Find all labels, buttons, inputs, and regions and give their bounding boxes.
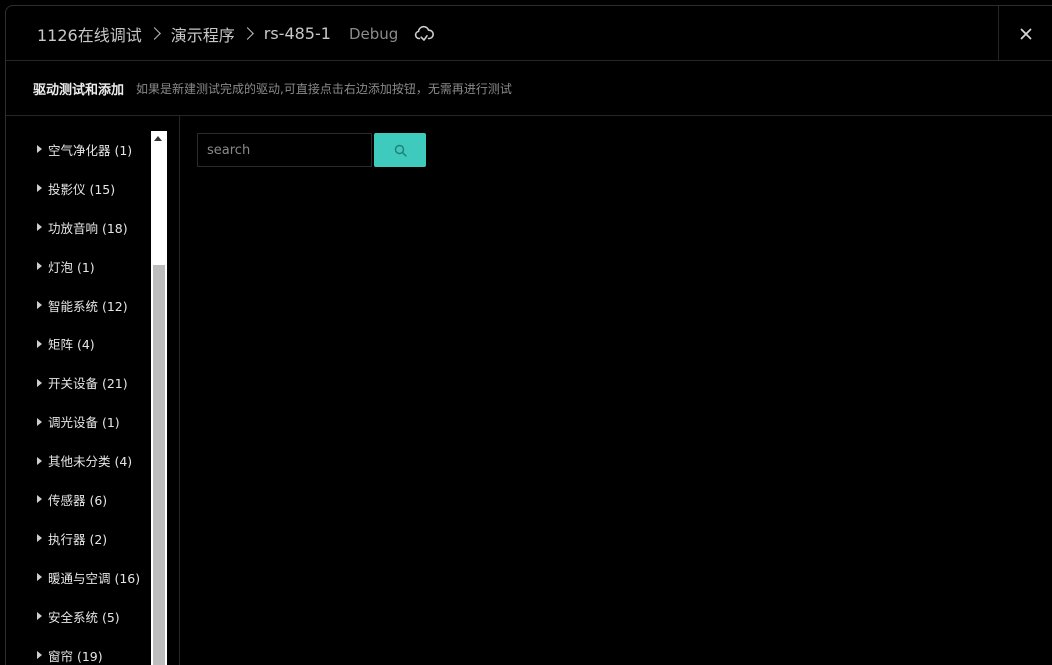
category-list: 空气净化器 (1) 投影仪 (15) 功放音响 (18) 灯泡 (1) 智能系统… — [6, 130, 151, 665]
category-label: 开关设备 (21) — [48, 376, 128, 392]
category-label: 调光设备 (1) — [48, 415, 120, 431]
category-label: 安全系统 (5) — [48, 609, 120, 625]
breadcrumb: 1126在线调试 演示程序 rs-485-1 Debug — [37, 6, 435, 61]
category-label: 投影仪 (15) — [48, 181, 116, 197]
dialog-header: 1126在线调试 演示程序 rs-485-1 Debug — [6, 6, 1052, 61]
category-item[interactable]: 安全系统 (5) — [6, 597, 151, 636]
caret-right-icon[interactable] — [37, 339, 42, 348]
caret-right-icon[interactable] — [37, 262, 42, 271]
caret-right-icon[interactable] — [37, 223, 42, 232]
category-label: 功放音响 (18) — [48, 220, 128, 236]
mode-label: Debug — [348, 24, 399, 43]
caret-right-icon[interactable] — [37, 612, 42, 621]
category-item[interactable]: 开关设备 (21) — [6, 363, 151, 402]
caret-right-icon[interactable] — [37, 495, 42, 504]
category-label: 执行器 (2) — [48, 531, 108, 547]
section-description: 如果是新建测试完成的驱动,可直接点击右边添加按钮，无需再进行测试 — [136, 81, 512, 96]
driver-content-area — [180, 116, 1052, 665]
caret-right-icon[interactable] — [37, 301, 42, 309]
search-icon — [394, 144, 407, 157]
category-item[interactable]: 窗帘 (19) — [6, 636, 151, 665]
breadcrumb-item-program[interactable]: 演示程序 — [171, 22, 235, 46]
category-item[interactable]: 功放音响 (18) — [6, 208, 151, 247]
category-item[interactable]: 智能系统 (12) — [6, 286, 151, 325]
category-label: 窗帘 (19) — [48, 648, 103, 664]
caret-right-icon[interactable] — [37, 184, 42, 193]
breadcrumb-item-port: rs-485-1 — [263, 24, 331, 43]
category-item[interactable]: 灯泡 (1) — [6, 247, 151, 286]
category-item[interactable]: 暖通与空调 (16) — [6, 558, 151, 597]
category-item[interactable]: 空气净化器 (1) — [6, 130, 151, 169]
close-button[interactable] — [998, 6, 1052, 61]
category-item[interactable]: 执行器 (2) — [6, 519, 151, 558]
category-label: 空气净化器 (1) — [48, 142, 133, 158]
cloud-sync-icon[interactable] — [414, 25, 435, 43]
caret-right-icon[interactable] — [37, 145, 42, 154]
chevron-right-icon — [147, 27, 161, 40]
caret-right-icon[interactable] — [37, 534, 42, 543]
search-button[interactable] — [374, 133, 426, 167]
caret-right-icon[interactable] — [37, 456, 42, 465]
category-label: 矩阵 (4) — [48, 337, 95, 353]
breadcrumb-item-project[interactable]: 1126在线调试 — [37, 22, 142, 46]
chevron-right-icon — [240, 27, 254, 40]
category-item[interactable]: 其他未分类 (4) — [6, 441, 151, 480]
category-item[interactable]: 矩阵 (4) — [6, 324, 151, 363]
section-title: 驱动测试和添加 — [33, 82, 125, 98]
section-header: 驱动测试和添加 如果是新建测试完成的驱动,可直接点击右边添加按钮，无需再进行测试 — [6, 61, 1052, 116]
caret-right-icon[interactable] — [37, 378, 42, 387]
sidebar-scrollbar[interactable] — [151, 131, 167, 665]
caret-right-icon[interactable] — [37, 651, 42, 660]
scrollbar-thumb[interactable] — [153, 265, 165, 665]
scroll-up-arrow-icon[interactable] — [154, 136, 162, 141]
category-item[interactable]: 调光设备 (1) — [6, 402, 151, 441]
close-icon — [1020, 28, 1032, 39]
device-category-tree: 空气净化器 (1) 投影仪 (15) 功放音响 (18) 灯泡 (1) 智能系统… — [6, 116, 180, 665]
category-label: 传感器 (6) — [48, 492, 108, 508]
caret-right-icon[interactable] — [37, 417, 42, 426]
caret-right-icon[interactable] — [37, 573, 42, 582]
driver-debug-dialog: 1126在线调试 演示程序 rs-485-1 Debug 驱动测试和添加 如果是… — [5, 5, 1052, 665]
category-item[interactable]: 投影仪 (15) — [6, 169, 151, 208]
category-label: 暖通与空调 (16) — [48, 570, 141, 586]
category-item[interactable]: 传感器 (6) — [6, 480, 151, 519]
category-label: 灯泡 (1) — [48, 259, 95, 275]
search-input[interactable] — [197, 133, 372, 167]
category-label: 其他未分类 (4) — [48, 454, 133, 470]
category-label: 智能系统 (12) — [48, 298, 128, 314]
